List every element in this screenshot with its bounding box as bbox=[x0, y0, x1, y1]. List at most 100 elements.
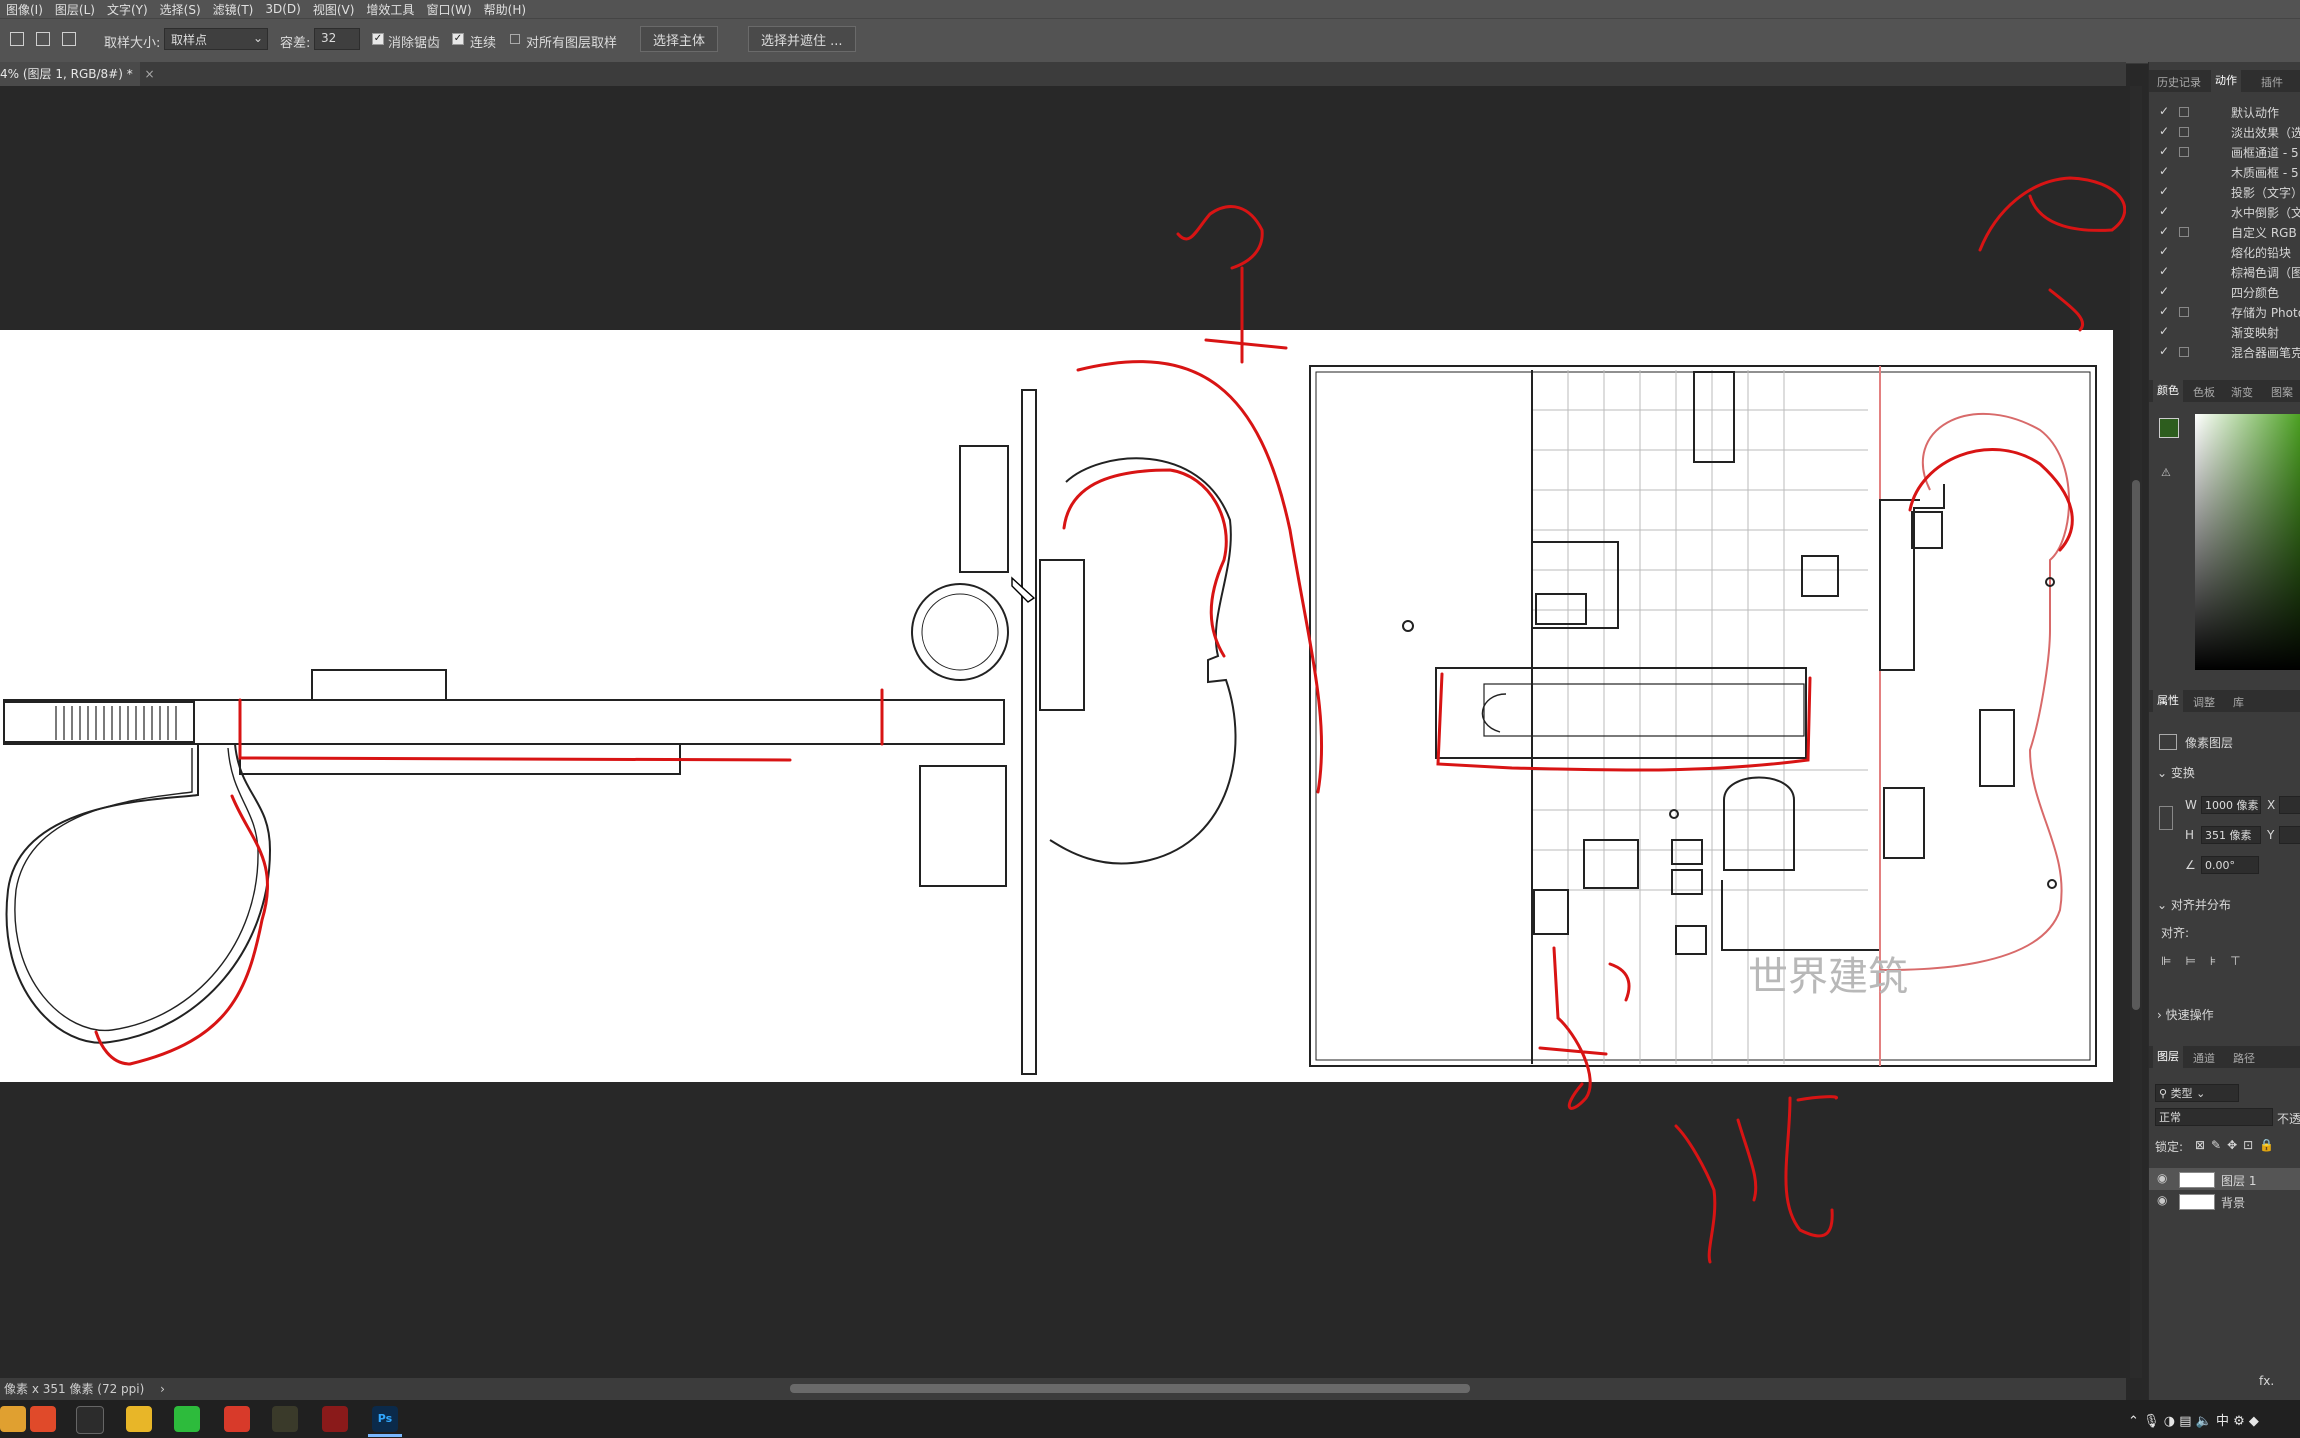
menu-window[interactable]: 窗口(W) bbox=[420, 1, 477, 18]
tab-plugins[interactable]: 插件 bbox=[2261, 74, 2283, 90]
y-field[interactable] bbox=[2279, 826, 2300, 844]
color-picker-field[interactable] bbox=[2195, 414, 2300, 670]
tab-paths[interactable]: 路径 bbox=[2233, 1050, 2255, 1066]
menu-help[interactable]: 帮助(H) bbox=[478, 1, 532, 18]
angle-field[interactable]: 0.00° bbox=[2201, 856, 2259, 874]
select-and-mask-button[interactable]: 选择并遮住 ... bbox=[748, 26, 856, 52]
action-row[interactable]: ✓ 投影（文字） bbox=[2149, 182, 2300, 202]
tab-gradients[interactable]: 渐变 bbox=[2231, 384, 2253, 400]
menu-select[interactable]: 选择(S) bbox=[154, 1, 207, 18]
contiguous-checkbox[interactable]: ✓ bbox=[452, 33, 464, 45]
check-icon[interactable]: ✓ bbox=[2159, 344, 2169, 358]
menu-type[interactable]: 文字(Y) bbox=[101, 1, 154, 18]
action-row[interactable]: ✓ 画框通道 - 5 bbox=[2149, 142, 2300, 162]
all-layers-checkbox[interactable] bbox=[510, 34, 520, 44]
check-icon[interactable]: ✓ bbox=[2159, 204, 2169, 218]
check-icon[interactable]: ✓ bbox=[2159, 144, 2169, 158]
dialog-toggle-icon[interactable] bbox=[2179, 307, 2189, 317]
tray-chevron-icon[interactable]: ⌃ bbox=[2128, 1414, 2139, 1429]
action-row[interactable]: ✓ 混合器画笔克 bbox=[2149, 342, 2300, 362]
lock-icons[interactable]: ⊠✎✥⊡🔒 bbox=[2195, 1138, 2280, 1152]
status-arrow-icon[interactable]: › bbox=[160, 1382, 165, 1396]
ime-indicator[interactable]: 中 bbox=[2216, 1414, 2229, 1429]
eye-icon[interactable]: ◉ bbox=[2157, 1171, 2167, 1185]
tab-color[interactable]: 颜色 bbox=[2153, 380, 2183, 402]
layer-row-selected[interactable]: ◉ 图层 1 bbox=[2149, 1168, 2300, 1190]
taskbar-app-1[interactable] bbox=[0, 1406, 26, 1432]
check-icon[interactable]: ✓ bbox=[2159, 264, 2169, 278]
menu-layer[interactable]: 图层(L) bbox=[49, 1, 101, 18]
quick-actions-heading[interactable]: › 快速操作 bbox=[2157, 1006, 2214, 1023]
layer-row[interactable]: ◉ 背景 bbox=[2149, 1190, 2300, 1212]
height-field[interactable]: 351 像素 bbox=[2201, 826, 2261, 844]
tab-channels[interactable]: 通道 bbox=[2193, 1050, 2215, 1066]
tab-actions[interactable]: 动作 bbox=[2211, 70, 2241, 92]
check-icon[interactable]: ✓ bbox=[2159, 184, 2169, 198]
foreground-color-swatch[interactable] bbox=[2159, 418, 2179, 438]
wechat-tray-icon[interactable]: ◑ bbox=[2164, 1414, 2175, 1429]
link-icon[interactable] bbox=[2159, 806, 2173, 830]
menu-plugins[interactable]: 增效工具 bbox=[360, 1, 420, 18]
volume-icon[interactable]: 🔈 bbox=[2196, 1414, 2212, 1429]
check-icon[interactable]: ✓ bbox=[2159, 224, 2169, 238]
settings-icon[interactable]: ⚙ bbox=[2233, 1414, 2245, 1429]
layer-kind-filter[interactable]: ⚲ 类型 ⌄ bbox=[2155, 1084, 2239, 1102]
action-row[interactable]: ✓ 淡出效果（选 bbox=[2149, 122, 2300, 142]
tolerance-input[interactable]: 32 bbox=[314, 28, 360, 50]
dialog-toggle-icon[interactable] bbox=[2179, 227, 2189, 237]
check-icon[interactable]: ✓ bbox=[2159, 284, 2169, 298]
dialog-toggle-icon[interactable] bbox=[2179, 347, 2189, 357]
action-row[interactable]: ✓ 棕褐色调（图 bbox=[2149, 262, 2300, 282]
taskbar-app-3[interactable] bbox=[76, 1406, 104, 1434]
action-row[interactable]: ✓ 默认动作 bbox=[2149, 102, 2300, 122]
photoshop-icon[interactable]: Ps bbox=[372, 1406, 398, 1432]
tab-adjustments[interactable]: 调整 bbox=[2193, 694, 2215, 710]
mic-icon[interactable]: 🎙 bbox=[2143, 1414, 2160, 1429]
check-icon[interactable]: ✓ bbox=[2159, 124, 2169, 138]
dialog-toggle-icon[interactable] bbox=[2179, 147, 2189, 157]
subtract-selection-icon[interactable] bbox=[62, 32, 76, 46]
taskbar-app-2[interactable] bbox=[30, 1406, 56, 1432]
align-buttons[interactable]: ⊫⊨⊧⊤ bbox=[2161, 954, 2255, 968]
add-selection-icon[interactable] bbox=[36, 32, 50, 46]
blend-mode-select[interactable]: 正常 bbox=[2155, 1108, 2273, 1126]
action-row[interactable]: ✓ 木质画框 - 5 bbox=[2149, 162, 2300, 182]
check-icon[interactable]: ✓ bbox=[2159, 304, 2169, 318]
dialog-toggle-icon[interactable] bbox=[2179, 107, 2189, 117]
action-row[interactable]: ✓ 熔化的铅块 bbox=[2149, 242, 2300, 262]
x-field[interactable] bbox=[2279, 796, 2300, 814]
document-tab[interactable]: 4% (图层 1, RGB/8#) * × bbox=[0, 62, 155, 86]
tab-history[interactable]: 历史记录 bbox=[2157, 74, 2201, 90]
file-explorer-icon[interactable] bbox=[126, 1406, 152, 1432]
action-row[interactable]: ✓ 水中倒影（文 bbox=[2149, 202, 2300, 222]
menu-filter[interactable]: 滤镜(T) bbox=[207, 1, 260, 18]
action-row[interactable]: ✓ 存储为 Photo bbox=[2149, 302, 2300, 322]
menu-image[interactable]: 图像(I) bbox=[0, 1, 49, 18]
width-field[interactable]: 1000 像素 bbox=[2201, 796, 2261, 814]
tab-patterns[interactable]: 图案 bbox=[2271, 384, 2293, 400]
warning-icon[interactable]: ⚠ bbox=[2161, 466, 2171, 479]
tab-swatches[interactable]: 色板 bbox=[2193, 384, 2215, 400]
tray-app-icon[interactable]: ◆ bbox=[2249, 1414, 2259, 1429]
menu-3d[interactable]: 3D(D) bbox=[259, 2, 306, 16]
tab-layers[interactable]: 图层 bbox=[2153, 1046, 2183, 1068]
check-icon[interactable]: ✓ bbox=[2159, 244, 2169, 258]
tab-libraries[interactable]: 库 bbox=[2233, 694, 2244, 710]
transform-heading[interactable]: ⌄ 变换 bbox=[2157, 764, 2195, 781]
action-row[interactable]: ✓ 四分颜色 bbox=[2149, 282, 2300, 302]
wechat-icon[interactable] bbox=[174, 1406, 200, 1432]
network-icon[interactable]: ▤ bbox=[2179, 1414, 2191, 1429]
check-icon[interactable]: ✓ bbox=[2159, 104, 2169, 118]
horizontal-scroll-thumb[interactable] bbox=[790, 1384, 1470, 1393]
close-tab-icon[interactable]: × bbox=[145, 67, 155, 81]
align-distribute-heading[interactable]: ⌄ 对齐并分布 bbox=[2157, 896, 2231, 913]
new-selection-icon[interactable] bbox=[10, 32, 24, 46]
eye-icon[interactable]: ◉ bbox=[2157, 1193, 2167, 1207]
tab-properties[interactable]: 属性 bbox=[2153, 690, 2183, 712]
taskbar-app-6[interactable] bbox=[224, 1406, 250, 1432]
menu-view[interactable]: 视图(V) bbox=[307, 1, 361, 18]
check-icon[interactable]: ✓ bbox=[2159, 164, 2169, 178]
action-row[interactable]: ✓ 自定义 RGB bbox=[2149, 222, 2300, 242]
taskbar-app-7[interactable] bbox=[272, 1406, 298, 1432]
vertical-scroll-thumb[interactable] bbox=[2132, 480, 2140, 1010]
